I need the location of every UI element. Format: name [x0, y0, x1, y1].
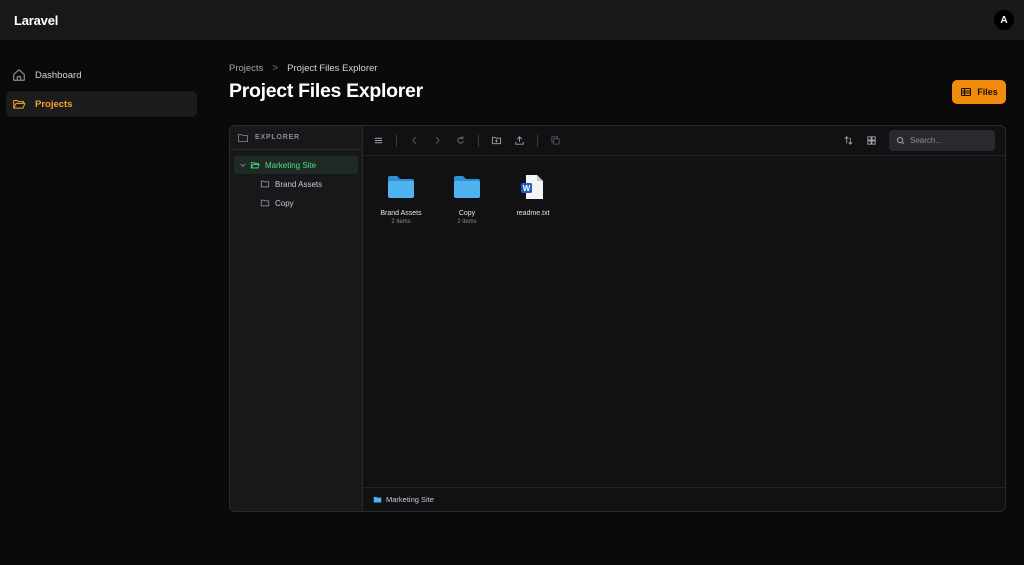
tree-item-brand-assets[interactable]: Brand Assets	[234, 175, 358, 193]
file-item-copy[interactable]: Copy 2 items	[437, 172, 497, 225]
folder-icon	[260, 199, 270, 207]
folder-icon	[454, 176, 480, 198]
breadcrumb-current: Project Files Explorer	[287, 63, 378, 74]
chevron-down-icon[interactable]	[239, 161, 247, 169]
sidebar-item-dashboard[interactable]: Dashboard	[6, 62, 197, 88]
sidebar-item-projects[interactable]: Projects	[6, 91, 197, 117]
word-document-icon: W	[521, 175, 543, 199]
file-name: readme.txt	[516, 210, 550, 217]
forward-icon[interactable]	[432, 135, 443, 146]
explorer-tree-pane: EXPLORER Marketing Site Brand Assets Cop…	[230, 126, 363, 511]
search-box	[889, 130, 995, 151]
breadcrumb-separator: >	[272, 63, 279, 74]
avatar[interactable]: A	[994, 10, 1014, 30]
back-icon[interactable]	[409, 135, 420, 146]
sidebar-item-label: Dashboard	[35, 69, 82, 81]
files-button[interactable]: Files	[952, 80, 1006, 104]
file-name: Brand Assets	[380, 210, 422, 217]
upload-icon[interactable]	[514, 135, 525, 146]
folder-icon	[373, 496, 382, 503]
search-icon	[897, 137, 905, 145]
tree-item-label: Copy	[275, 198, 294, 208]
table-icon	[961, 88, 972, 96]
folder-icon	[238, 133, 248, 142]
toolbar-divider	[396, 134, 397, 147]
brand-logo[interactable]: Laravel	[14, 13, 58, 28]
file-item-readme[interactable]: W readme.txt	[503, 172, 563, 217]
files-button-label: Files	[977, 87, 998, 97]
folder-open-icon	[250, 162, 260, 169]
explorer-header: EXPLORER	[230, 126, 362, 150]
explorer-content: Brand Assets 2 items Copy 2 items	[363, 126, 1005, 511]
tree-item-copy[interactable]: Copy	[234, 194, 358, 212]
status-path[interactable]: Marketing Site	[386, 495, 434, 504]
folder-open-icon	[13, 100, 26, 109]
svg-text:W: W	[523, 184, 531, 193]
page-title: Project Files Explorer	[229, 80, 423, 102]
toolbar-divider	[478, 134, 479, 147]
explorer-toolbar	[363, 126, 1005, 156]
file-meta: 2 items	[457, 219, 477, 225]
tree-item-label: Marketing Site	[265, 160, 317, 170]
sidebar: Dashboard Projects	[6, 62, 197, 120]
home-icon	[13, 69, 25, 81]
file-explorer: EXPLORER Marketing Site Brand Assets Cop…	[229, 125, 1006, 512]
toolbar-divider	[537, 134, 538, 147]
file-grid: Brand Assets 2 items Copy 2 items W read…	[363, 156, 1005, 486]
folder-icon	[388, 176, 414, 198]
explorer-heading: EXPLORER	[255, 134, 300, 141]
file-item-brand-assets[interactable]: Brand Assets 2 items	[371, 172, 431, 225]
file-name: Copy	[458, 210, 476, 217]
sidebar-item-label: Projects	[35, 98, 73, 110]
breadcrumb-item-projects[interactable]: Projects	[229, 63, 263, 74]
copy-icon[interactable]	[550, 135, 561, 146]
file-meta: 2 items	[391, 219, 411, 225]
refresh-icon[interactable]	[455, 135, 466, 146]
new-folder-icon[interactable]	[491, 135, 502, 146]
menu-icon[interactable]	[373, 135, 384, 146]
grid-view-icon[interactable]	[866, 135, 877, 146]
breadcrumb: Projects > Project Files Explorer	[229, 63, 377, 74]
top-bar: Laravel A	[0, 0, 1024, 40]
search-input[interactable]	[910, 136, 990, 145]
status-bar: Marketing Site	[363, 487, 1005, 511]
folder-tree: Marketing Site Brand Assets Copy	[230, 150, 362, 212]
folder-icon	[260, 180, 270, 188]
sort-icon[interactable]	[843, 135, 854, 146]
tree-item-marketing-site[interactable]: Marketing Site	[234, 156, 358, 174]
tree-item-label: Brand Assets	[275, 179, 323, 189]
